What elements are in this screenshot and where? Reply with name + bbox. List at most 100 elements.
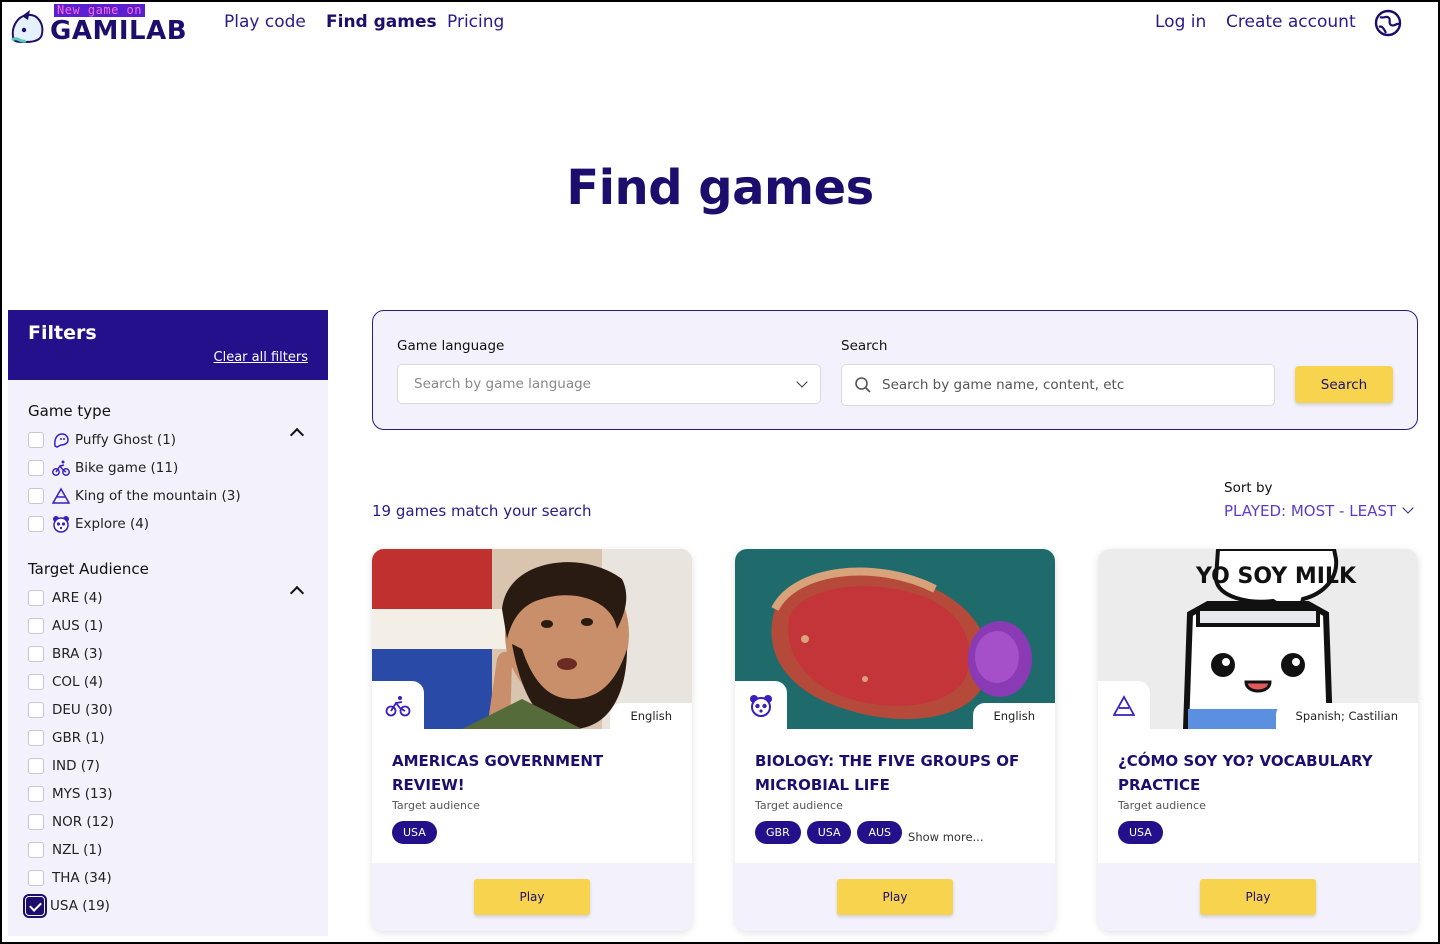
nav-find-games[interactable]: Find games (326, 12, 437, 32)
play-button[interactable]: Play (1200, 879, 1316, 915)
brand-name: GAMILAB (50, 16, 188, 46)
mountain-icon (52, 487, 70, 504)
filter-option-ind[interactable]: IND (7) (28, 752, 308, 780)
checkbox[interactable] (28, 516, 44, 532)
search-panel: Game language Search by game language Se… (372, 310, 1418, 430)
filter-option-mys[interactable]: MYS (13) (28, 780, 308, 808)
nav-pricing[interactable]: Pricing (447, 12, 504, 32)
search-input[interactable]: Search by game name, content, etc (841, 364, 1275, 406)
search-button[interactable]: Search (1295, 366, 1393, 403)
game-type-badge (372, 681, 424, 731)
target-audience-label: Target audience (1118, 799, 1206, 812)
nav-create-account[interactable]: Create account (1226, 12, 1356, 32)
filter-option-usa[interactable]: USA (19) (23, 892, 308, 920)
search-placeholder: Search by game name, content, etc (882, 377, 1125, 393)
checkbox-checked[interactable] (23, 894, 47, 918)
search-icon (855, 377, 871, 393)
checkbox[interactable] (28, 870, 44, 886)
filter-option-col[interactable]: COL (4) (28, 668, 308, 696)
play-button[interactable]: Play (474, 879, 590, 915)
game-language-tag: Spanish; Castilian (1275, 703, 1418, 731)
card-footer: Play (735, 863, 1055, 931)
game-card[interactable]: YO SOY MILK Spanish; Castilian ¿CÓMO SOY… (1098, 549, 1418, 931)
checkbox[interactable] (28, 460, 44, 476)
filter-option-are[interactable]: ARE (4) (28, 584, 308, 612)
game-card[interactable]: English BIOLOGY: THE FIVE GROUPS OF MICR… (735, 549, 1055, 931)
filter-option-nor[interactable]: NOR (12) (28, 808, 308, 836)
show-more-link[interactable]: Show more... (908, 822, 983, 844)
game-title[interactable]: AMERICAS GOVERNMENT REVIEW! (392, 749, 676, 797)
checkbox[interactable] (28, 432, 44, 448)
game-title[interactable]: ¿CÓMO SOY YO? VOCABULARY PRACTICE (1118, 749, 1402, 797)
game-language-placeholder: Search by game language (414, 376, 591, 392)
nav-log-in[interactable]: Log in (1155, 12, 1206, 32)
game-language-tag: English (973, 703, 1055, 731)
checkbox[interactable] (28, 730, 44, 746)
audience-tag: USA (806, 821, 852, 844)
bike-icon (385, 696, 411, 717)
filter-option-nzl[interactable]: NZL (1) (28, 836, 308, 864)
filter-option-bra[interactable]: BRA (3) (28, 640, 308, 668)
chevron-down-icon[interactable] (1402, 502, 1414, 514)
game-type-heading[interactable]: Game type (28, 402, 308, 420)
gamilab-logo[interactable]: New game on GAMILAB (8, 4, 204, 46)
game-language-select[interactable]: Search by game language (397, 364, 821, 404)
checkbox[interactable] (28, 842, 44, 858)
card-footer: Play (1098, 863, 1418, 931)
game-type-group: Game type Puffy Ghost (1) Bike game (11)… (8, 402, 328, 538)
target-audience-label: Target audience (755, 799, 843, 812)
audience-tag: AUS (857, 821, 903, 844)
checkbox[interactable] (28, 618, 44, 634)
audience-tags: GBR USA AUS Show more... (755, 821, 984, 844)
filter-option-king-of-the-mountain[interactable]: King of the mountain (3) (28, 482, 308, 510)
filter-option-tha[interactable]: THA (34) (28, 864, 308, 892)
audience-tag: USA (392, 821, 437, 844)
results-count: 19 games match your search (372, 502, 592, 520)
ghost-icon (54, 433, 69, 448)
target-audience-heading[interactable]: Target Audience (28, 560, 308, 578)
audience-tag: USA (1118, 821, 1163, 844)
mountain-icon (1113, 695, 1135, 716)
filter-option-aus[interactable]: AUS (1) (28, 612, 308, 640)
checkbox[interactable] (28, 814, 44, 830)
filters-header: Filters Clear all filters (8, 310, 328, 380)
target-audience-label: Target audience (392, 799, 480, 812)
filter-option-bike-game[interactable]: Bike game (11) (28, 454, 308, 482)
sort-dropdown[interactable]: PLAYED: MOST - LEAST (1224, 502, 1396, 520)
filter-option-explore[interactable]: Explore (4) (28, 510, 308, 538)
top-nav: New game on GAMILAB Play code Find games… (2, 2, 1438, 46)
card-footer: Play (372, 863, 692, 931)
game-card[interactable]: English AMERICAS GOVERNMENT REVIEW! Targ… (372, 549, 692, 931)
page-title: Find games (566, 160, 874, 216)
clear-all-filters-link[interactable]: Clear all filters (214, 350, 308, 365)
game-language-label: Game language (397, 338, 505, 354)
audience-tags: USA (392, 821, 437, 844)
filter-option-puffy-ghost[interactable]: Puffy Ghost (1) (28, 426, 308, 454)
filters-panel: Filters Clear all filters Game type Puff… (8, 310, 328, 936)
milk-sticker-text: YO SOY MILK (1195, 564, 1357, 589)
chevron-down-icon (796, 376, 808, 388)
sort-label: Sort by (1224, 480, 1273, 496)
checkbox[interactable] (28, 488, 44, 504)
play-button[interactable]: Play (837, 879, 953, 915)
filter-option-gbr[interactable]: GBR (1) (28, 724, 308, 752)
mascot-icon (11, 10, 44, 44)
checkbox[interactable] (28, 646, 44, 662)
filter-option-deu[interactable]: DEU (30) (28, 696, 308, 724)
checkbox[interactable] (28, 702, 44, 718)
bike-icon (52, 460, 70, 476)
checkbox[interactable] (28, 758, 44, 774)
search-label: Search (841, 338, 888, 354)
target-audience-group: Target Audience ARE (4) AUS (1) BRA (3) … (8, 560, 328, 920)
checkbox[interactable] (28, 786, 44, 802)
game-title[interactable]: BIOLOGY: THE FIVE GROUPS OF MICROBIAL LI… (755, 749, 1039, 797)
audience-tag: GBR (755, 821, 801, 844)
nav-play-code[interactable]: Play code (224, 12, 306, 32)
language-globe-icon[interactable] (1374, 9, 1402, 37)
audience-tags: USA (1118, 821, 1163, 844)
panda-icon (53, 516, 69, 533)
checkbox[interactable] (28, 674, 44, 690)
game-type-badge (1098, 681, 1150, 731)
checkbox[interactable] (28, 590, 44, 606)
game-language-tag: English (610, 703, 692, 731)
